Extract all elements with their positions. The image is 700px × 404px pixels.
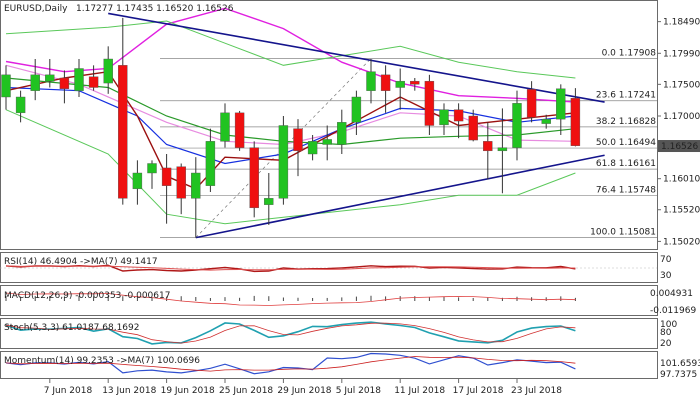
candle-body-12 <box>176 166 186 199</box>
fib-label-1: 23.6 1.17241 <box>596 91 656 101</box>
fibonacci-levels: 0.0 1.17908 23.6 1.17241 38.2 1.16828 50.0 … <box>160 48 657 238</box>
y-tick-label-3: 1.17000 <box>663 112 700 122</box>
candle-body-33 <box>483 141 493 152</box>
fib-label-6: 100.0 1.15081 <box>590 228 656 238</box>
candle-body-27 <box>395 80 405 88</box>
x-tick-label-5: 5 Jul 2018 <box>336 386 381 396</box>
stoch-tick-80: 80 <box>660 328 672 338</box>
candle-body-4 <box>59 77 70 89</box>
x-tick-label-0: 7 Jun 2018 <box>44 386 93 396</box>
candle-body-19 <box>278 125 289 199</box>
candle-body-28 <box>410 80 420 85</box>
y-tick-label-0: 1.18490 <box>663 18 700 28</box>
candle-body-39 <box>570 98 581 146</box>
candle-body-24 <box>351 96 362 123</box>
candle-body-37 <box>541 118 551 124</box>
momentum-tick-top: 101.6593 <box>660 359 700 369</box>
x-tick-label-4: 29 Jun 2018 <box>277 386 331 396</box>
x-tick-label-1: 13 Jun 2018 <box>102 386 156 396</box>
ohlc-readout: 1.17277 1.17435 1.16520 1.16526 <box>76 4 234 14</box>
candle-body-5 <box>74 68 84 91</box>
candle-body-35 <box>512 103 522 148</box>
candle-body-17 <box>249 147 259 209</box>
current-price-label: 1.16526 <box>661 142 698 152</box>
candle-body-30 <box>439 109 449 126</box>
macd-tick-top: 0.004931 <box>650 289 693 299</box>
candle-body-31 <box>453 109 464 122</box>
rsi-tick-70: 70 <box>660 255 672 265</box>
candle-body-13 <box>191 172 201 199</box>
x-tick-label-3: 25 Jun 2018 <box>219 386 273 396</box>
candle-body-36 <box>526 89 537 118</box>
candle-body-16 <box>234 112 245 148</box>
fib-label-2: 38.2 1.16828 <box>596 117 656 127</box>
macd-label: MACD(12,26,9) -0.000353 -0.000617 <box>4 291 170 301</box>
candle-body-15 <box>220 112 230 142</box>
momentum-tick-bottom: 97.7375 <box>660 370 697 380</box>
stoch-label: Stoch(5,3,3) 61.0187 68.1692 <box>4 323 139 333</box>
symbol-label: EURUSD,Daily <box>4 4 68 14</box>
candle-body-11 <box>161 167 172 186</box>
price-axis: 1.18490 1.17990 1.17500 1.17000 1.16010 1.155… <box>657 18 700 247</box>
candle-body-18 <box>264 198 274 205</box>
candlesticks <box>1 17 581 238</box>
y-tick-label-5: 1.15520 <box>663 206 700 216</box>
candle-body-7 <box>103 58 113 84</box>
candle-body-22 <box>322 139 332 145</box>
fib-label-0: 0.0 1.17908 <box>602 48 657 58</box>
candle-body-0 <box>1 74 11 98</box>
momentum-label: Momentum(14) 99.2353 ->MA(7) 100.0696 <box>4 356 200 366</box>
candle-body-20 <box>293 128 303 152</box>
x-tick-label-7: 17 Jul 2018 <box>453 386 504 396</box>
moving-average-4 <box>5 77 576 146</box>
candle-body-34 <box>497 147 508 152</box>
rsi-label: RSI(14) 46.4904 ->MA(7) 49.1417 <box>4 257 158 267</box>
stoch-tick-20: 20 <box>660 339 672 349</box>
candle-body-10 <box>147 163 157 174</box>
x-tick-label-2: 19 Jun 2018 <box>161 386 215 396</box>
macd-tick-bottom: -0.011969 <box>650 306 696 316</box>
y-tick-label-6: 1.15020 <box>663 237 700 247</box>
candle-body-21 <box>307 141 318 155</box>
fib-label-3: 50.0 1.16494 <box>596 138 656 148</box>
fib-label-4: 61.8 1.16161 <box>596 159 656 169</box>
x-tick-label-6: 11 Jul 2018 <box>394 386 445 396</box>
candle-body-26 <box>380 74 391 91</box>
y-tick-label-1: 1.17990 <box>663 49 700 59</box>
candle-body-9 <box>132 172 143 190</box>
moving-average-2 <box>5 86 576 165</box>
x-tick-label-8: 23 Jul 2018 <box>511 386 562 396</box>
y-tick-label-4: 1.16010 <box>663 175 700 185</box>
candle-body-8 <box>118 65 128 199</box>
candle-body-3 <box>45 74 55 82</box>
candle-body-25 <box>366 71 376 91</box>
rsi-tick-30: 30 <box>660 271 672 281</box>
candle-body-6 <box>88 76 99 88</box>
candle-body-2 <box>30 74 40 91</box>
candle-body-1 <box>15 96 26 114</box>
moving-averages <box>5 7 576 225</box>
y-tick-label-2: 1.17500 <box>663 80 700 90</box>
chart-window: 0.0 1.17908 23.6 1.17241 38.2 1.16828 50.0 … <box>0 0 700 400</box>
candle-body-23 <box>337 122 347 145</box>
candle-body-14 <box>205 141 216 186</box>
candle-body-38 <box>556 88 566 120</box>
trendline-0 <box>108 12 605 103</box>
moving-average-0 <box>5 7 576 103</box>
fib-label-5: 76.4 1.15748 <box>596 185 656 195</box>
chart-canvas: 0.0 1.17908 23.6 1.17241 38.2 1.16828 50.0 … <box>0 0 700 396</box>
candle-body-29 <box>424 80 435 126</box>
date-axis: 7 Jun 2018 13 Jun 2018 19 Jun 2018 25 Jun 2… <box>44 379 562 396</box>
candle-body-32 <box>468 115 478 141</box>
